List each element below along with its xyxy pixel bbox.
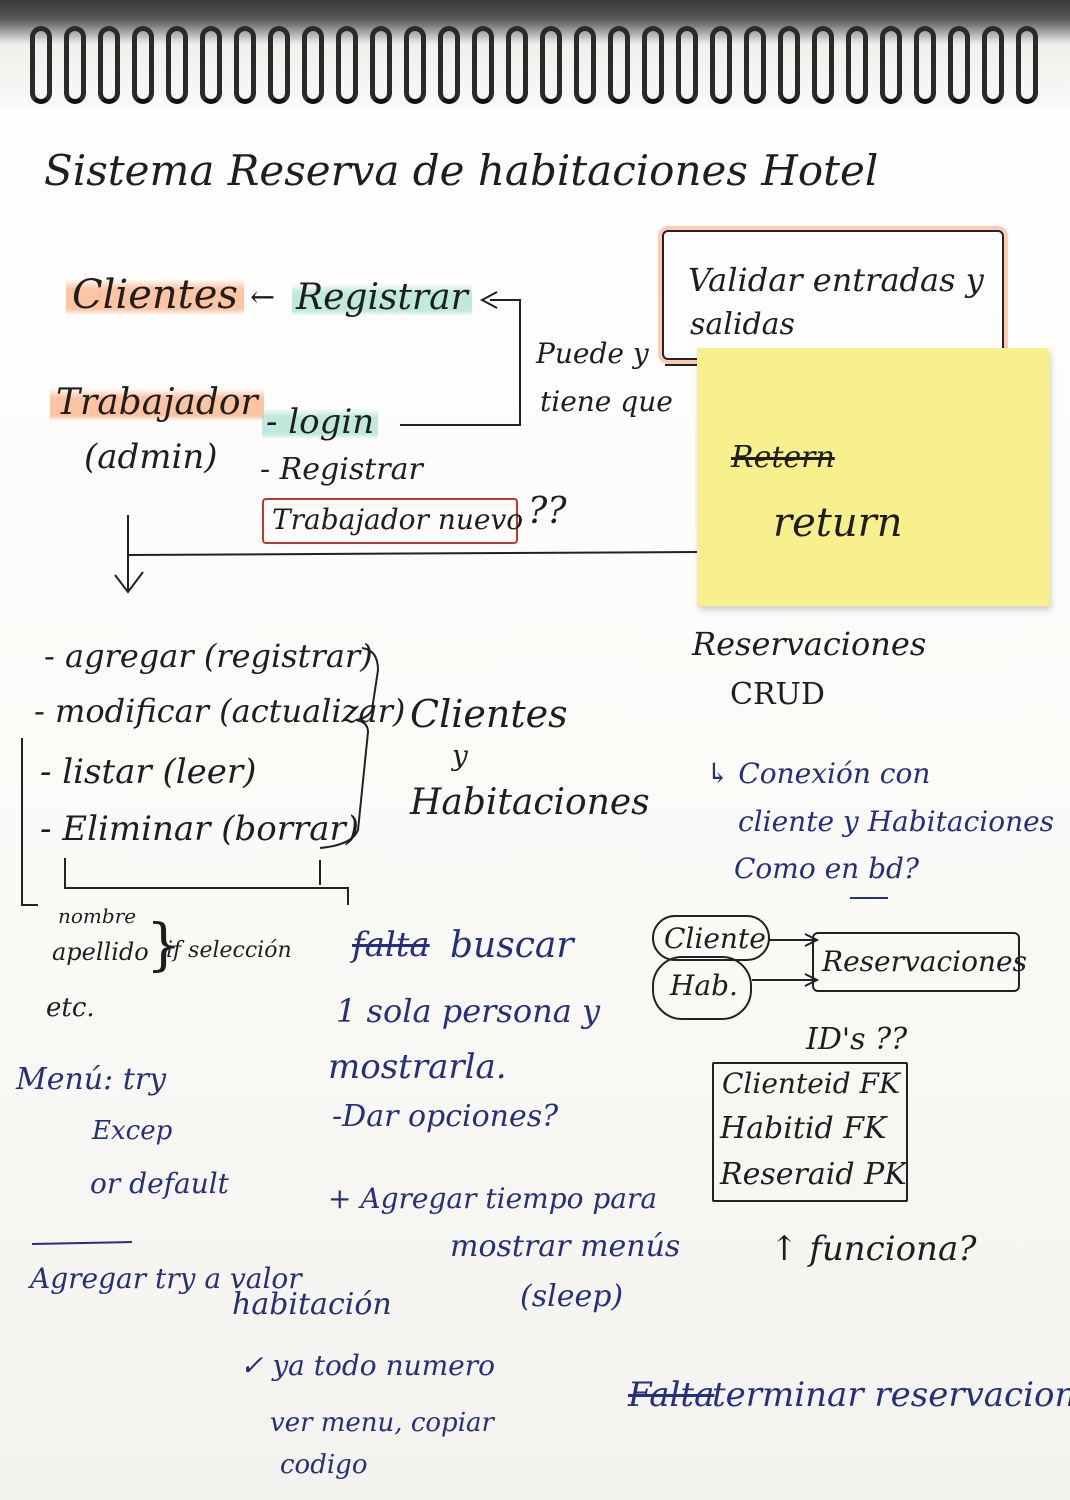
clientes-y-label: Clientes	[410, 692, 568, 736]
try-line2: habitación	[232, 1287, 392, 1322]
menu-line1: Menú: try	[16, 1062, 167, 1097]
question-marks: ??	[528, 491, 567, 532]
sticky-note: Retern return	[697, 348, 1049, 606]
conexion-line3: Como en bd?	[734, 852, 919, 885]
tiene-label: tiene que	[540, 385, 673, 418]
list-item: - Eliminar (borrar)	[40, 809, 359, 849]
list-item: - modificar (actualizar)	[34, 692, 406, 730]
trabajador-label: Trabajador	[50, 385, 264, 421]
nombre-label: nombre	[58, 904, 137, 928]
buscar-line4: -Dar opciones?	[332, 1099, 559, 1134]
menu-line2: Excep	[92, 1116, 173, 1146]
buscar-connector	[64, 858, 349, 905]
tiempo-line2: mostrar menús	[450, 1229, 681, 1264]
validar-line2: salidas	[690, 307, 795, 342]
validar-line1: Validar entradas y	[688, 261, 984, 299]
falta-struck: falta	[352, 925, 430, 965]
y-label: y	[452, 739, 468, 772]
sticky-return-word: return	[773, 500, 903, 546]
admin-label: (admin)	[84, 437, 218, 477]
tiempo-line3: (sleep)	[520, 1279, 624, 1314]
puede-label: Puede y	[536, 337, 649, 370]
clientes-label: Clientes	[66, 275, 244, 315]
reservaciones-box: Reservaciones	[812, 932, 1027, 992]
registrar-label: Registrar	[292, 280, 472, 316]
left-bracket	[21, 738, 38, 906]
cliente-oval: Cliente	[652, 915, 770, 961]
notebook-page: Sistema Reserva de habitaciones Hotel Cl…	[0, 0, 1070, 1500]
return-line	[127, 551, 698, 556]
cliente-oval-label: Cliente	[664, 922, 766, 955]
validar-box: Validar entradas y salidas	[662, 230, 1004, 360]
table-row: Reseraid PK	[720, 1157, 907, 1192]
arrow-left-icon: ←	[250, 280, 276, 315]
habitaciones-label: Habitaciones	[410, 782, 650, 823]
buscar-label: buscar	[450, 925, 574, 966]
etc-label: etc.	[46, 993, 95, 1023]
menu-line3: or default	[90, 1167, 229, 1200]
try-line5: codigo	[280, 1450, 368, 1480]
login-label: - login	[262, 405, 379, 439]
registrar-worker-label: - Registrar	[260, 452, 423, 487]
list-item: - listar (leer)	[40, 752, 257, 792]
try-line3: ✓ ya todo numero	[240, 1349, 495, 1382]
falta-final-struck: Falta	[628, 1375, 715, 1415]
reservaciones-title: Reservaciones	[692, 625, 927, 663]
trabajador-nuevo-box: Trabajador nuevo	[262, 498, 523, 544]
hab-oval: Hab.	[652, 956, 752, 1020]
crud-label: CRUD	[730, 677, 825, 712]
terminar-label: terminar reservaciones	[712, 1375, 1070, 1415]
tiempo-line1: + Agregar tiempo para	[328, 1182, 658, 1215]
sticky-struck-word: Retern	[731, 440, 835, 475]
ids-label: ID's ??	[806, 1022, 908, 1057]
if-seleccion-label: if selección	[166, 938, 292, 963]
login-bracket	[400, 299, 521, 426]
table-row: Clienteid FK	[722, 1067, 900, 1100]
hab-oval-label: Hab.	[670, 969, 738, 1002]
conexion-line2: cliente y Habitaciones	[738, 805, 1055, 838]
try-line4: ver menu, copiar	[270, 1408, 494, 1438]
menu-divider	[31, 1241, 133, 1245]
conexion-line1: ↳ Conexión con	[706, 757, 931, 790]
list-item: - agregar (registrar)	[44, 637, 373, 675]
funciona-label: ↑ funciona?	[770, 1229, 977, 1269]
ids-table: Clienteid FK Habitid FK Reseraid PK	[712, 1062, 908, 1202]
trabajador-nuevo-label: Trabajador nuevo	[272, 503, 524, 536]
buscar-line2: 1 sola persona y	[336, 992, 601, 1030]
table-row: Habitid FK	[720, 1111, 887, 1146]
buscar-line3: mostrarla.	[328, 1047, 507, 1087]
reservaciones-box-label: Reservaciones	[822, 945, 1027, 978]
apellido-label: apellido	[52, 938, 149, 966]
page-title: Sistema Reserva de habitaciones Hotel	[44, 146, 879, 195]
